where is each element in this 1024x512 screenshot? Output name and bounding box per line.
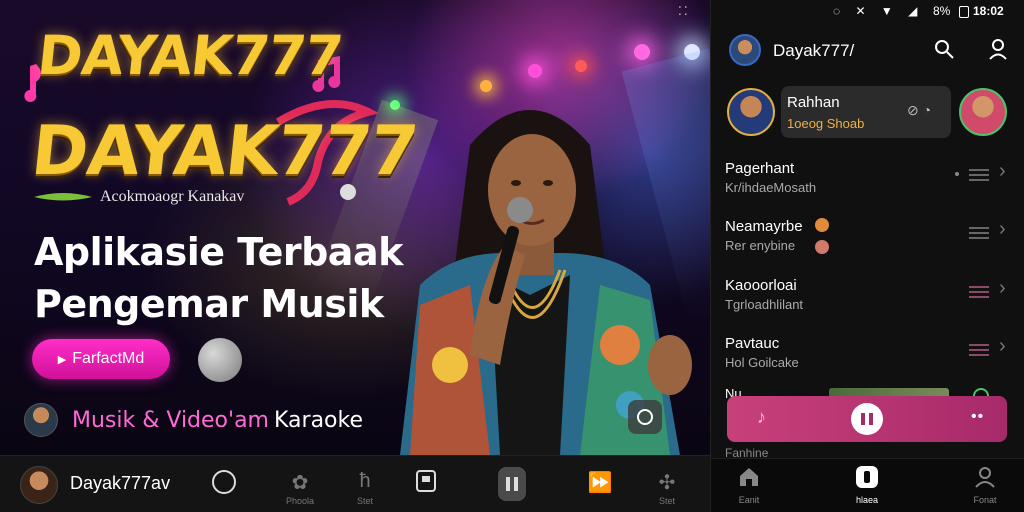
nav-home[interactable]: Eanit xyxy=(719,465,779,505)
logo-small: DAYAK777 xyxy=(34,24,346,87)
list-item[interactable]: Neamayrbe Rer enybine › xyxy=(711,216,1024,266)
list-item[interactable]: Kaooorloai Tgrloadhlilant › xyxy=(711,275,1024,325)
list-item[interactable]: Pagerhant Kr/ihdaeMosath › xyxy=(711,158,1024,208)
round-button[interactable] xyxy=(198,338,242,382)
skip-forward-icon[interactable]: ⏩ xyxy=(585,470,615,495)
home-icon xyxy=(740,468,758,486)
chevron-right-icon[interactable]: › xyxy=(999,277,1006,300)
app-header: Dayak777/ xyxy=(711,28,1024,74)
flag-icon: ▶ xyxy=(57,353,67,366)
user-avatar[interactable] xyxy=(20,466,58,504)
stage-light xyxy=(528,64,542,78)
list-item-subtitle: Hol Goilcake xyxy=(725,355,799,370)
bottom-nav: Eanit hlaea Fonat xyxy=(711,458,1024,512)
dot-icon xyxy=(955,172,959,176)
nav-label: Eanit xyxy=(738,495,760,505)
badge-icon xyxy=(815,218,829,232)
palette-icon[interactable]: ✿ xyxy=(285,470,315,495)
drag-handle-icon[interactable] xyxy=(969,283,989,301)
user-name: Dayak777av xyxy=(70,473,171,493)
window-dots-icon: ⁚⁚ xyxy=(678,4,690,18)
circle-icon xyxy=(637,409,653,425)
avatar[interactable] xyxy=(24,403,58,437)
nav-label: Stet xyxy=(356,496,373,506)
clock: 18:02 xyxy=(973,4,1004,18)
list-item-subtitle: Rer enybine xyxy=(725,238,796,253)
story-card[interactable]: Rahhan 1oeog Shoab ⊘ ◔ xyxy=(781,86,951,138)
search-icon[interactable] xyxy=(934,39,954,59)
swoosh-icon xyxy=(34,193,92,201)
nav-label: Fonat xyxy=(973,495,997,505)
user-icon[interactable] xyxy=(987,38,1009,60)
nav-label: Phoola xyxy=(285,496,315,506)
mini-player[interactable]: ♪ •• xyxy=(727,396,1007,442)
drag-handle-icon[interactable] xyxy=(969,341,989,359)
headline-line2: Pengemar Musik xyxy=(34,282,384,326)
pause-button[interactable] xyxy=(851,403,883,435)
phone-app: ◌ ✕ ▼ ◢ 8% 18:02 Dayak777/ Rahhan 1oeog … xyxy=(710,0,1024,512)
headline-line1: Aplikasie Terbaak xyxy=(34,230,403,274)
logo-tagline: Acokmoaogr Kanakav xyxy=(100,188,245,205)
battery-percent: 8% xyxy=(933,4,951,18)
music-note-icon: ♪ xyxy=(757,407,766,427)
stage-light xyxy=(575,60,587,72)
list-item-title: Pagerhant xyxy=(725,160,795,177)
profile-icon xyxy=(975,467,995,488)
bookmark-icon[interactable] xyxy=(411,470,441,498)
chevron-right-icon[interactable]: › xyxy=(999,335,1006,358)
badge-icon xyxy=(815,240,829,254)
status-icons: ◌ ✕ ▼ ◢ xyxy=(833,4,924,18)
nav-label: hlaea xyxy=(855,495,879,505)
record-button[interactable] xyxy=(628,400,662,434)
more-icon[interactable]: •• xyxy=(971,408,984,426)
app-title: Dayak777/ xyxy=(773,41,855,60)
promo-banner: ⁚⁚ DAYAK777 DAYAK777 Acokmoaogr Kanakav … xyxy=(0,0,710,455)
list-item[interactable]: Pavtauc Hol Goilcake › xyxy=(711,333,1024,383)
cta-label: FarfactMd xyxy=(72,350,145,367)
drag-handle-icon[interactable] xyxy=(969,224,989,242)
music-icon xyxy=(856,466,878,488)
story-avatar[interactable] xyxy=(959,88,1007,136)
logo-main: DAYAK777 xyxy=(27,112,421,191)
stage-light xyxy=(634,44,650,60)
drag-handle-icon[interactable] xyxy=(969,166,989,184)
list-item-title: Pavtauc xyxy=(725,335,780,352)
story-row: Rahhan 1oeog Shoab ⊘ ◔ xyxy=(711,84,1024,142)
musik-video-link[interactable]: Musik & Video'am xyxy=(72,408,269,433)
story-subtitle: 1oeog Shoab xyxy=(787,116,865,131)
list-item-subtitle: Tgrloadhlilant xyxy=(725,297,804,312)
battery-icon xyxy=(959,6,969,18)
nav-label: Stet xyxy=(658,496,675,506)
nav-profile[interactable]: Fonat xyxy=(955,465,1015,505)
nav-music[interactable]: hlaea xyxy=(837,465,897,505)
list-item-subtitle: Kr/ihdaeMosath xyxy=(725,180,817,195)
settings-icon[interactable]: ✣ xyxy=(652,470,682,495)
chevron-right-icon[interactable]: › xyxy=(999,160,1006,183)
chevron-right-icon[interactable]: › xyxy=(999,218,1006,241)
list-item-title: Neamayrbe xyxy=(725,218,803,235)
list-item-title: Kaooorloai xyxy=(725,277,797,294)
compass-icon[interactable] xyxy=(209,470,239,500)
profile-avatar[interactable] xyxy=(729,34,761,66)
player-bar: Dayak777av ✿ Phoola ħ Stet ⏩ ✣ Stet xyxy=(0,455,710,512)
pause-button[interactable] xyxy=(498,467,526,501)
cta-button[interactable]: ▶ FarfactMd xyxy=(32,339,170,379)
story-title: Rahhan xyxy=(787,94,840,111)
karaoke-link[interactable]: Karaoke xyxy=(274,408,363,433)
mic-icon[interactable]: ⊘ ◔ xyxy=(907,102,931,119)
lyrics-icon[interactable]: ħ xyxy=(350,470,380,493)
story-avatar[interactable] xyxy=(727,88,775,136)
status-bar: ◌ ✕ ▼ ◢ 8% 18:02 xyxy=(711,0,1024,22)
